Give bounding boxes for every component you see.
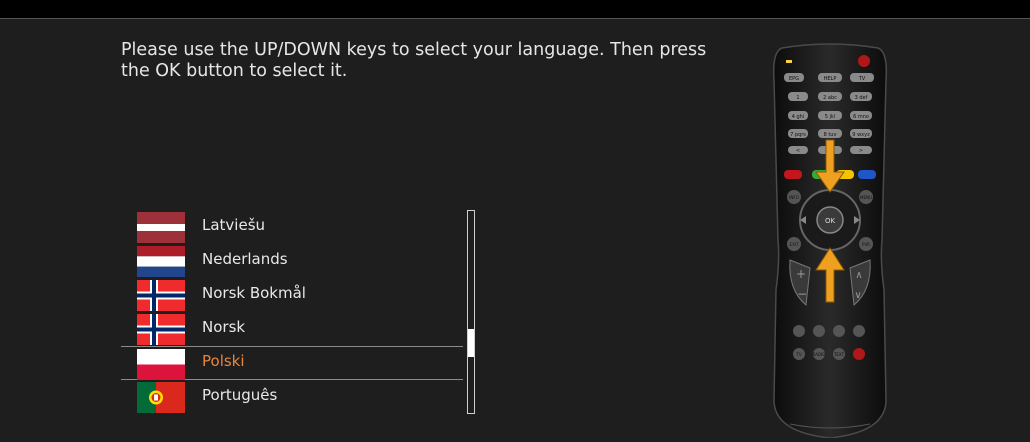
svg-text:4 ghi: 4 ghi xyxy=(792,114,805,120)
svg-text:EXIT: EXIT xyxy=(790,242,799,247)
scrollbar-thumb[interactable] xyxy=(468,329,474,357)
svg-text:INFO: INFO xyxy=(789,195,799,200)
svg-text:OK: OK xyxy=(825,217,836,225)
svg-text:HELP: HELP xyxy=(824,76,837,82)
svg-text:MENU: MENU xyxy=(860,195,872,200)
language-label: Norsk xyxy=(202,318,246,336)
netherlands-flag-icon xyxy=(137,246,185,277)
list-item-norsk-bokmal[interactable]: Norsk Bokmål xyxy=(121,278,463,312)
power-led-icon xyxy=(786,60,792,63)
svg-text:2 abc: 2 abc xyxy=(823,95,837,101)
language-label: Norsk Bokmål xyxy=(202,284,306,302)
svg-text:+: + xyxy=(796,267,806,281)
svg-text:TV: TV xyxy=(858,76,866,82)
svg-text:8 tuv: 8 tuv xyxy=(824,132,837,138)
svg-text:−: − xyxy=(797,287,807,301)
language-list[interactable]: Latviešu Nederlands Norsk Bokmål Norsk P… xyxy=(121,210,463,414)
norway-flag-icon xyxy=(137,280,185,311)
list-scrollbar[interactable] xyxy=(467,210,475,414)
svg-text:PVR: PVR xyxy=(862,242,870,247)
list-item-latviesu[interactable]: Latviešu xyxy=(121,210,463,244)
latvia-flag-icon xyxy=(137,212,185,243)
poland-flag-icon xyxy=(137,349,185,380)
language-label: Português xyxy=(202,386,278,404)
language-label: Polski xyxy=(202,352,245,370)
list-item-polski[interactable]: Polski xyxy=(121,346,463,380)
svg-text:<: < xyxy=(796,148,800,154)
svg-text:1: 1 xyxy=(796,95,799,101)
list-item-nederlands[interactable]: Nederlands xyxy=(121,244,463,278)
svg-text:∨: ∨ xyxy=(854,290,861,301)
list-item-portugues[interactable]: Português xyxy=(121,380,463,414)
portugal-flag-icon xyxy=(137,382,185,413)
language-label: Nederlands xyxy=(202,250,288,268)
svg-text:∧: ∧ xyxy=(855,270,862,281)
svg-text:TEXT: TEXT xyxy=(833,352,845,357)
svg-text:3 def: 3 def xyxy=(855,95,868,101)
svg-text:9 wxyz: 9 wxyz xyxy=(852,132,870,138)
list-item-norsk[interactable]: Norsk xyxy=(121,312,463,346)
power-button xyxy=(858,55,870,67)
svg-text:6 mno: 6 mno xyxy=(853,114,869,120)
svg-text:EPG: EPG xyxy=(789,76,799,82)
remote-control-icon: EPG HELP TV 1 2 abc 3 def 4 ghi 5 jkl 6 mno 7 … xyxy=(760,40,900,439)
norway-flag-icon xyxy=(137,314,185,345)
instruction-text: Please use the UP/DOWN keys to select yo… xyxy=(121,40,707,81)
svg-text:TV: TV xyxy=(795,352,801,357)
svg-text:>: > xyxy=(859,148,863,154)
top-bar xyxy=(0,0,1030,19)
language-label: Latviešu xyxy=(202,216,266,234)
svg-text:7 pqrs: 7 pqrs xyxy=(790,132,806,138)
svg-text:RADIO: RADIO xyxy=(813,352,826,357)
svg-text:5 jkl: 5 jkl xyxy=(825,114,835,120)
